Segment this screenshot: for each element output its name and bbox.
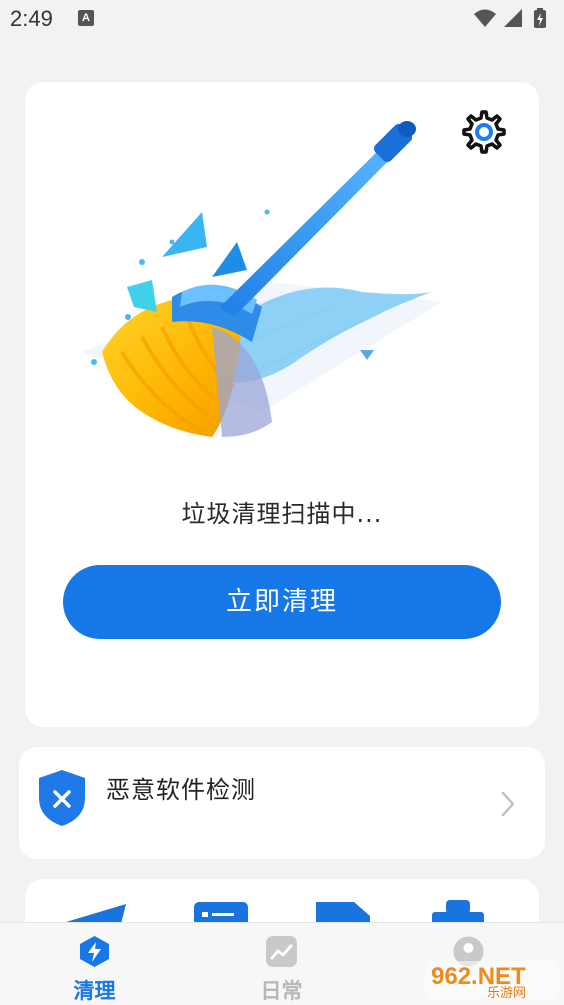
tab-daily[interactable]: 日常 (211, 923, 352, 1005)
paper-plane-icon[interactable] (66, 900, 130, 924)
id-card-icon[interactable] (194, 900, 248, 924)
battery-charging-icon (534, 8, 546, 28)
watermark-sub: 乐游网 (487, 986, 526, 999)
chevron-right-icon (501, 791, 515, 817)
status-icons (474, 8, 546, 28)
site-watermark: 962.NET 乐游网 (425, 961, 559, 999)
tab-clean[interactable]: 清理 (24, 923, 165, 1005)
notification-icon: A (78, 10, 94, 26)
status-bar: 2:49 A (0, 0, 564, 38)
scan-status-text: 垃圾清理扫描中... (181, 500, 383, 528)
tab-daily-label: 日常 (260, 979, 303, 1003)
wifi-icon (474, 9, 496, 27)
malware-detection-label: 恶意软件检测 (106, 776, 256, 804)
tab-clean-label: 清理 (73, 979, 116, 1003)
document-icon[interactable] (316, 900, 370, 924)
toolbox-icon[interactable] (432, 900, 484, 924)
status-time: 2:49 (10, 6, 53, 31)
shield-x-icon (39, 770, 85, 826)
clean-now-button[interactable]: 立即清理 (63, 565, 501, 639)
broom-illustration (82, 121, 442, 437)
signal-icon (504, 9, 522, 27)
malware-detection-card[interactable] (19, 747, 545, 859)
lightning-icon (80, 936, 109, 967)
gear-icon[interactable] (458, 108, 506, 156)
trend-icon (266, 936, 297, 967)
